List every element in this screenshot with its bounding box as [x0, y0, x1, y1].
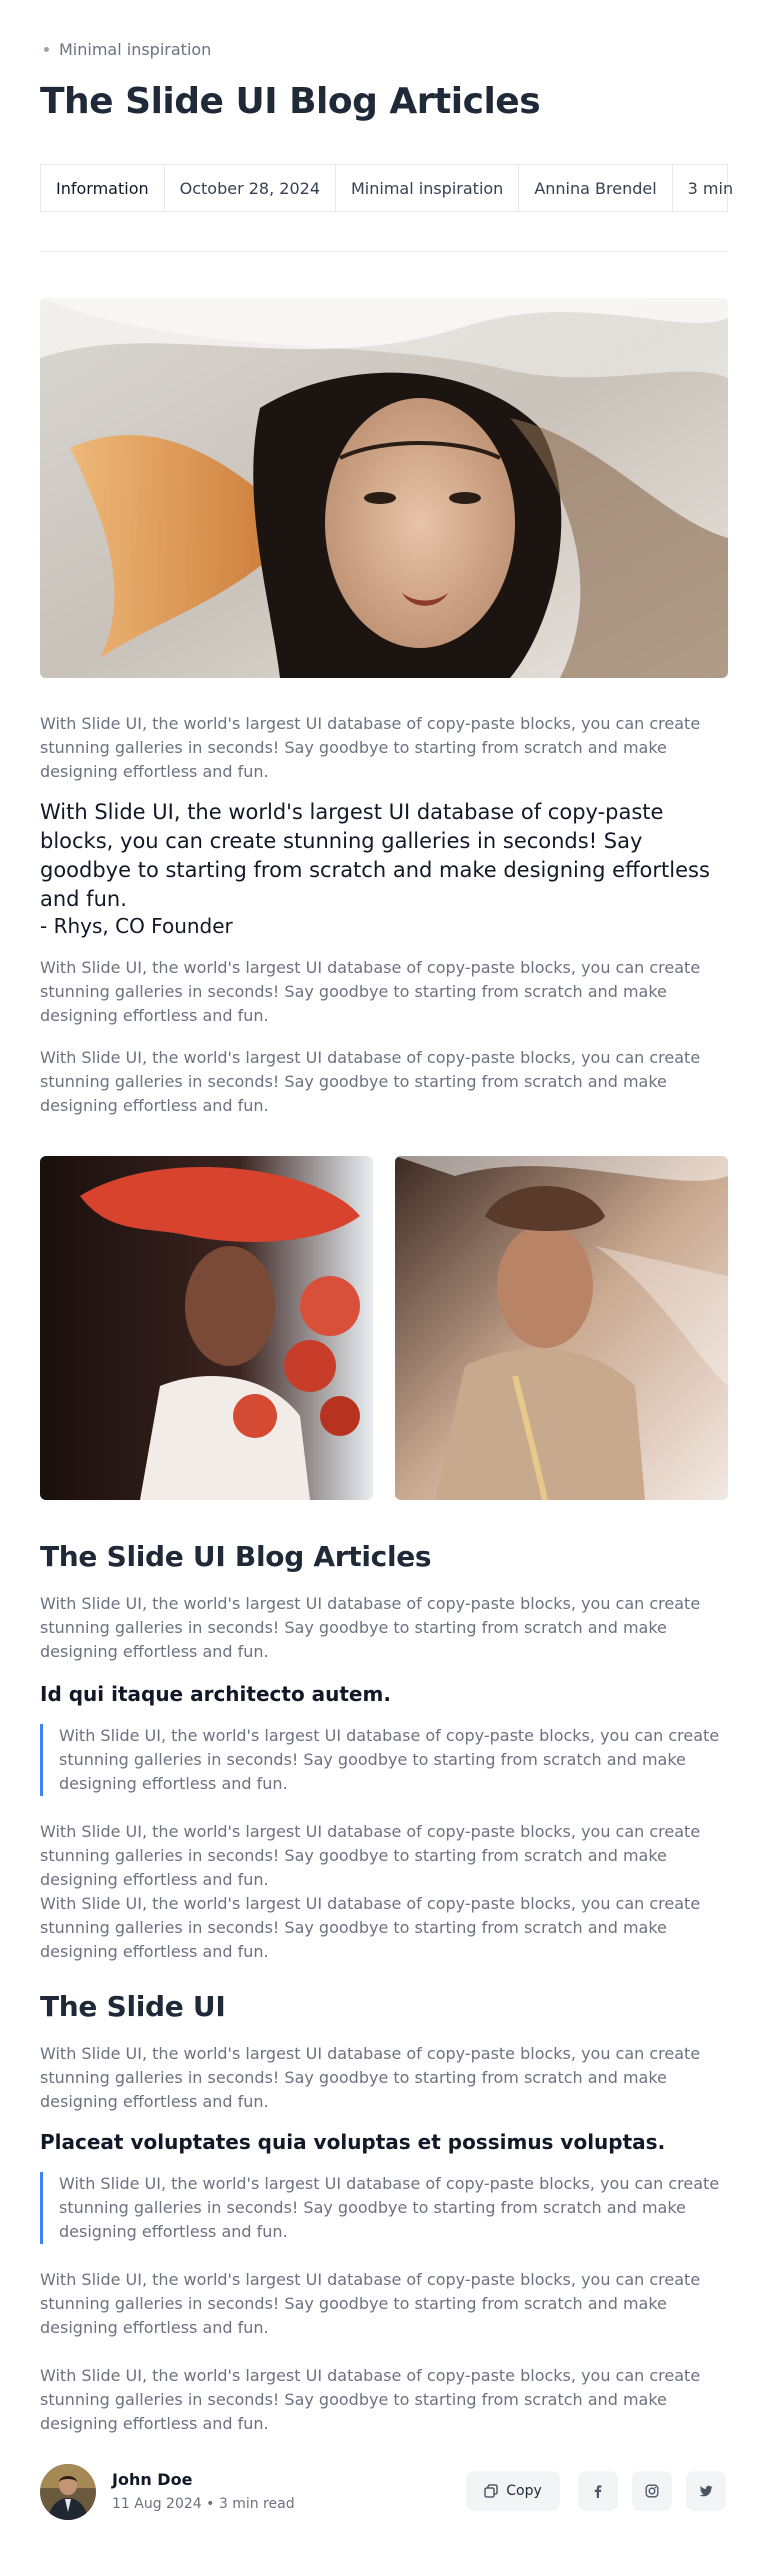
gallery-image-right	[395, 1156, 728, 1500]
divider	[40, 251, 728, 252]
intro-paragraph: With Slide UI, the world's largest UI da…	[40, 714, 701, 781]
body-paragraph: With Slide UI, the world's largest UI da…	[40, 958, 701, 1025]
copy-button-label: Copy	[506, 2483, 542, 2499]
share-twitter-button[interactable]	[686, 2471, 726, 2511]
author-meta: 11 Aug 2024 • 3 min read	[112, 2496, 295, 2512]
facebook-icon	[594, 2485, 602, 2498]
breadcrumb-label: Minimal inspiration	[59, 40, 212, 59]
page-title: The Slide UI Blog Articles	[40, 81, 541, 122]
author-name[interactable]: John Doe	[112, 2470, 192, 2489]
meta-author[interactable]: Annina Brendel	[519, 165, 673, 211]
section-heading: The Slide UI	[40, 1990, 226, 2023]
body-paragraph: With Slide UI, the world's largest UI da…	[40, 1048, 701, 1115]
blockquote: With Slide UI, the world's largest UI da…	[40, 2172, 731, 2244]
share-facebook-button[interactable]	[578, 2471, 618, 2511]
body-paragraph: With Slide UI, the world's largest UI da…	[40, 1894, 701, 1961]
gallery-image-left	[40, 1156, 373, 1500]
copy-icon	[484, 2484, 498, 2498]
breadcrumb[interactable]: Minimal inspiration	[40, 40, 211, 59]
instagram-icon	[645, 2484, 659, 2498]
body-paragraph: With Slide UI, the world's largest UI da…	[40, 2270, 701, 2337]
section-subheading: Id qui itaque architecto autem.	[40, 1682, 391, 1706]
pull-quote-author: - Rhys, CO Founder	[40, 914, 233, 938]
body-paragraph: With Slide UI, the world's largest UI da…	[40, 1822, 701, 1889]
avatar[interactable]	[40, 2464, 96, 2520]
hero-image	[40, 298, 728, 678]
pull-quote-text: With Slide UI, the world's largest UI da…	[40, 800, 710, 911]
bullet-icon	[44, 47, 49, 52]
body-paragraph: With Slide UI, the world's largest UI da…	[40, 2366, 701, 2433]
section-paragraph: With Slide UI, the world's largest UI da…	[40, 1594, 701, 1661]
meta-read-time: 3 min	[687, 178, 734, 198]
section-subheading: Placeat voluptates quia voluptas et poss…	[40, 2130, 666, 2154]
meta-date: October 28, 2024	[165, 165, 336, 211]
meta-topic[interactable]: Minimal inspiration	[336, 165, 520, 211]
article-meta-bar: Information October 28, 2024 Minimal ins…	[40, 164, 733, 212]
meta-category: Information	[41, 165, 165, 211]
blockquote: With Slide UI, the world's largest UI da…	[40, 1724, 731, 1796]
author-share-bar: John Doe 11 Aug 2024 • 3 min read Copy	[40, 2464, 728, 2520]
share-instagram-button[interactable]	[632, 2471, 672, 2511]
twitter-icon	[699, 2485, 713, 2497]
section-heading: The Slide UI Blog Articles	[40, 1540, 432, 1573]
blog-article-page: Minimal inspiration The Slide UI Blog Ar…	[0, 0, 768, 2556]
section-paragraph: With Slide UI, the world's largest UI da…	[40, 2044, 701, 2111]
copy-link-button[interactable]: Copy	[466, 2471, 560, 2511]
